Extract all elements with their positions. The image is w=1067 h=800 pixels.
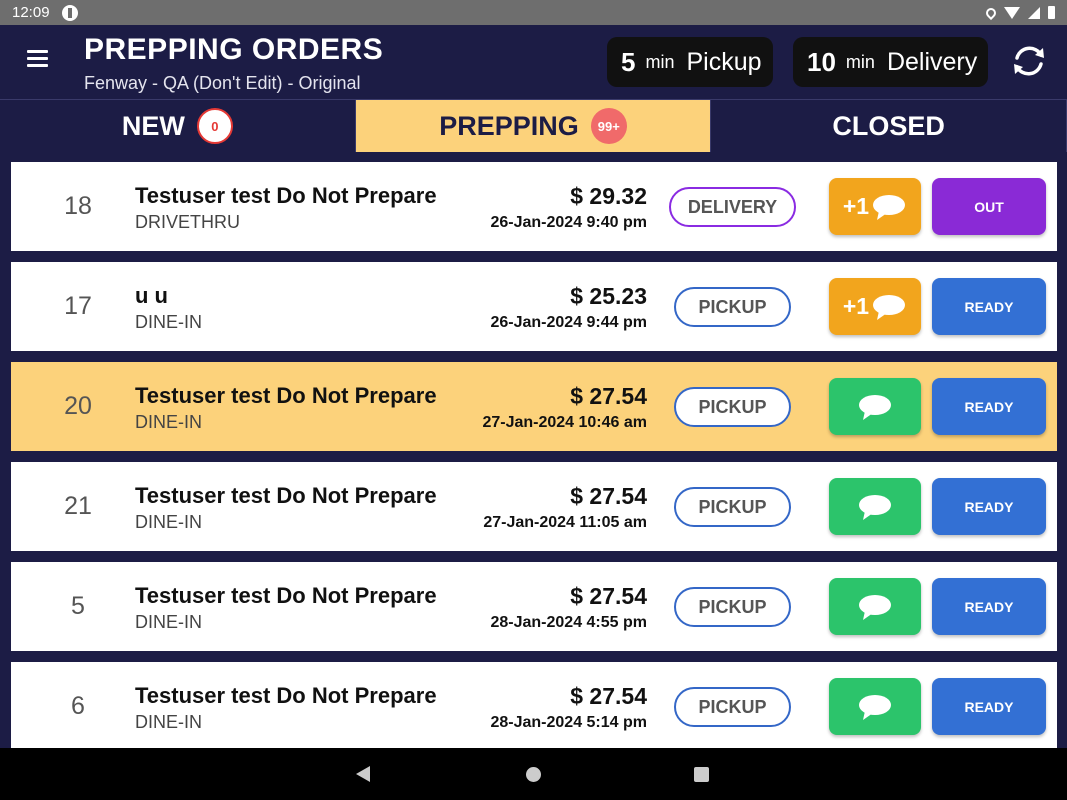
pickup-time-pill[interactable]: 5 min Pickup — [607, 37, 773, 87]
wifi-icon — [1004, 6, 1020, 19]
order-row[interactable]: 6 Testuser test Do Not Prepare DINE-IN $… — [11, 662, 1057, 748]
order-total: $ 25.23 — [570, 283, 647, 309]
pickup-label: Pickup — [686, 47, 762, 76]
fulfillment-chip: PICKUP — [674, 587, 791, 627]
chat-bubble-icon — [859, 694, 891, 720]
chat-bubble-icon — [859, 494, 891, 520]
order-number: 21 — [64, 492, 92, 520]
status-time: 12:09 — [12, 4, 50, 21]
message-button[interactable] — [829, 578, 921, 635]
order-row[interactable]: 18 Testuser test Do Not Prepare DRIVETHR… — [11, 162, 1057, 251]
refresh-icon[interactable] — [1009, 41, 1049, 81]
fulfillment-chip: PICKUP — [674, 687, 791, 727]
customer-name: u u — [135, 283, 168, 308]
order-number: 20 — [64, 392, 92, 420]
message-count: +1 — [842, 293, 870, 319]
location-icon — [983, 5, 999, 20]
fulfillment-chip: PICKUP — [674, 287, 791, 327]
new-count-badge: 0 — [196, 108, 233, 144]
order-total: $ 27.54 — [570, 583, 647, 609]
store-name: Fenway - QA (Don't Edit) - Original — [84, 73, 361, 93]
message-count: +1 — [842, 193, 870, 219]
chat-bubble-icon — [873, 194, 906, 220]
order-row[interactable]: 20 Testuser test Do Not Prepare DINE-IN … — [11, 362, 1057, 451]
order-type: DINE-IN — [135, 412, 202, 432]
customer-name: Testuser test Do Not Prepare — [135, 683, 437, 708]
delivery-time-pill[interactable]: 10 min Delivery — [793, 37, 988, 87]
order-row[interactable]: 21 Testuser test Do Not Prepare DINE-IN … — [11, 462, 1057, 551]
menu-icon[interactable] — [27, 50, 48, 67]
message-button[interactable]: +1 — [829, 278, 921, 335]
customer-name: Testuser test Do Not Prepare — [135, 583, 437, 608]
ready-button[interactable]: READY — [932, 578, 1046, 635]
ready-button[interactable]: READY — [932, 378, 1046, 435]
signal-icon — [1028, 6, 1040, 19]
message-button[interactable] — [829, 678, 921, 735]
order-tabs: NEW 0 PREPPING 99+ CLOSED — [0, 99, 1067, 152]
status-icons — [983, 5, 1055, 20]
delivery-unit: min — [845, 51, 875, 72]
order-date: 26-Jan-2024 9:44 pm — [490, 314, 647, 331]
pickup-minutes: 5 — [621, 46, 636, 77]
ready-button[interactable]: READY — [932, 678, 1046, 735]
order-date: 27-Jan-2024 10:46 am — [482, 414, 647, 431]
order-number: 17 — [64, 292, 92, 320]
fulfillment-chip: PICKUP — [674, 487, 791, 527]
order-total: $ 27.54 — [570, 483, 647, 509]
message-button[interactable] — [829, 378, 921, 435]
message-button[interactable]: +1 — [829, 178, 921, 235]
order-total: $ 27.54 — [570, 683, 647, 709]
order-date: 28-Jan-2024 4:55 pm — [490, 614, 647, 631]
order-number: 6 — [71, 692, 85, 720]
android-nav-bar — [0, 748, 1067, 800]
order-date: 28-Jan-2024 5:14 pm — [490, 714, 647, 731]
tab-new[interactable]: NEW 0 — [0, 100, 356, 152]
prepping-count-badge: 99+ — [590, 108, 627, 144]
delivery-label: Delivery — [886, 47, 978, 76]
order-type: DINE-IN — [135, 712, 202, 732]
order-list[interactable]: 18 Testuser test Do Not Prepare DRIVETHR… — [0, 152, 1067, 748]
order-row[interactable]: 17 u u DINE-IN $ 25.23 26-Jan-2024 9:44 … — [11, 262, 1057, 351]
customer-name: Testuser test Do Not Prepare — [135, 383, 437, 408]
back-icon[interactable] — [356, 766, 370, 782]
page-title: PREPPING ORDERS — [84, 33, 384, 66]
order-date: 27-Jan-2024 11:05 am — [483, 514, 647, 531]
order-number: 5 — [71, 592, 85, 620]
ready-button[interactable]: READY — [932, 478, 1046, 535]
out-button[interactable]: OUT — [932, 178, 1046, 235]
customer-name: Testuser test Do Not Prepare — [135, 483, 437, 508]
chat-bubble-icon — [873, 294, 906, 320]
order-type: DINE-IN — [135, 512, 202, 532]
order-total: $ 27.54 — [570, 383, 647, 409]
chat-bubble-icon — [859, 594, 891, 620]
customer-name: Testuser test Do Not Prepare — [135, 183, 437, 208]
message-button[interactable] — [829, 478, 921, 535]
home-icon[interactable] — [526, 767, 541, 782]
order-number: 18 — [64, 192, 92, 220]
app-notification-icon — [61, 4, 78, 21]
battery-icon — [1048, 6, 1055, 19]
tab-closed-label: CLOSED — [832, 110, 945, 141]
pickup-unit: min — [645, 51, 675, 72]
order-row[interactable]: 5 Testuser test Do Not Prepare DINE-IN $… — [11, 562, 1057, 651]
ready-button[interactable]: READY — [932, 278, 1046, 335]
order-type: DRIVETHRU — [135, 212, 241, 232]
order-total: $ 29.32 — [570, 183, 647, 209]
order-type: DINE-IN — [135, 612, 202, 632]
tab-new-label: NEW — [121, 110, 185, 141]
tab-prepping[interactable]: PREPPING 99+ — [355, 100, 712, 152]
tab-closed[interactable]: CLOSED — [711, 100, 1067, 152]
delivery-minutes: 10 — [807, 46, 836, 77]
fulfillment-chip: PICKUP — [674, 387, 791, 427]
recent-apps-icon[interactable] — [694, 767, 709, 782]
order-date: 26-Jan-2024 9:40 pm — [490, 214, 647, 231]
order-type: DINE-IN — [135, 312, 202, 332]
app-header: PREPPING ORDERS Fenway - QA (Don't Edit)… — [0, 25, 1067, 99]
tab-prepping-label: PREPPING — [439, 110, 579, 141]
status-bar: 12:09 — [0, 0, 1067, 25]
chat-bubble-icon — [859, 394, 891, 420]
fulfillment-chip: DELIVERY — [669, 187, 796, 227]
